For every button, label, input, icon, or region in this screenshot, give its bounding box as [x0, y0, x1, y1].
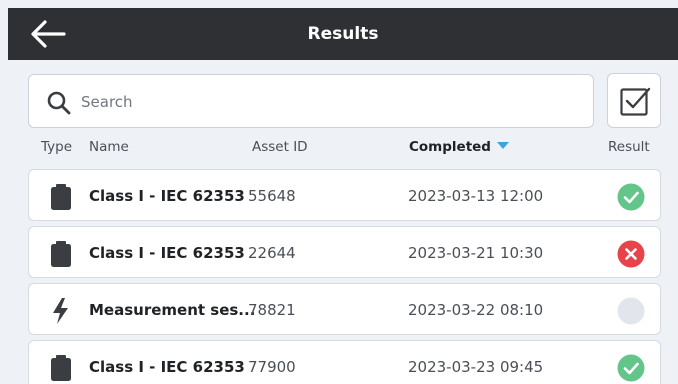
row-name: Class I - IEC 62353 — [89, 244, 245, 262]
clipboard-icon — [51, 184, 71, 210]
column-header-result: Result — [608, 139, 650, 155]
column-header-completed[interactable]: Completed — [409, 139, 509, 155]
pass-check-icon — [617, 354, 645, 382]
select-mode-button[interactable] — [607, 73, 661, 128]
row-asset-id: 55648 — [248, 187, 296, 205]
checkbox-checked-icon — [620, 87, 651, 116]
table-row[interactable]: Class I - IEC 62353 55648 2023-03-13 12:… — [28, 169, 661, 221]
row-completed: 2023-03-23 09:45 — [408, 358, 544, 376]
column-header-type: Type — [41, 139, 73, 155]
column-header-completed-label: Completed — [409, 139, 491, 155]
app-header: Results — [8, 8, 678, 60]
fail-x-icon — [617, 240, 645, 268]
clipboard-icon — [51, 241, 71, 267]
search-icon — [47, 91, 71, 115]
descending-arrow-icon — [496, 142, 509, 149]
row-name: Class I - IEC 62353 — [89, 358, 245, 376]
row-name: Class I - IEC 62353 — [89, 187, 245, 205]
column-header-asset-id[interactable]: Asset ID — [252, 139, 308, 155]
lightning-bolt-icon — [53, 298, 68, 324]
table-row[interactable]: Measurement ses... 78821 2023-03-22 08:1… — [28, 283, 661, 335]
row-completed: 2023-03-21 10:30 — [408, 244, 544, 262]
row-asset-id: 77900 — [248, 358, 296, 376]
page-title: Results — [307, 24, 379, 44]
search-input[interactable] — [81, 88, 571, 116]
pass-check-icon — [617, 183, 645, 211]
pending-status-icon — [617, 297, 645, 325]
back-button[interactable] — [28, 18, 68, 50]
column-header-name[interactable]: Name — [89, 139, 129, 155]
table-row[interactable]: Class I - IEC 62353 22644 2023-03-21 10:… — [28, 226, 661, 278]
table-row[interactable]: Class I - IEC 62353 77900 2023-03-23 09:… — [28, 340, 661, 384]
row-completed: 2023-03-22 08:10 — [408, 301, 544, 319]
row-asset-id: 78821 — [248, 301, 296, 319]
results-screen: Results Type Name Asset ID Completed Res… — [0, 0, 678, 384]
row-name: Measurement ses... — [89, 301, 256, 319]
row-completed: 2023-03-13 12:00 — [408, 187, 544, 205]
row-asset-id: 22644 — [248, 244, 296, 262]
arrow-left-icon — [31, 20, 66, 48]
clipboard-icon — [51, 355, 71, 381]
search-box[interactable] — [28, 74, 594, 128]
